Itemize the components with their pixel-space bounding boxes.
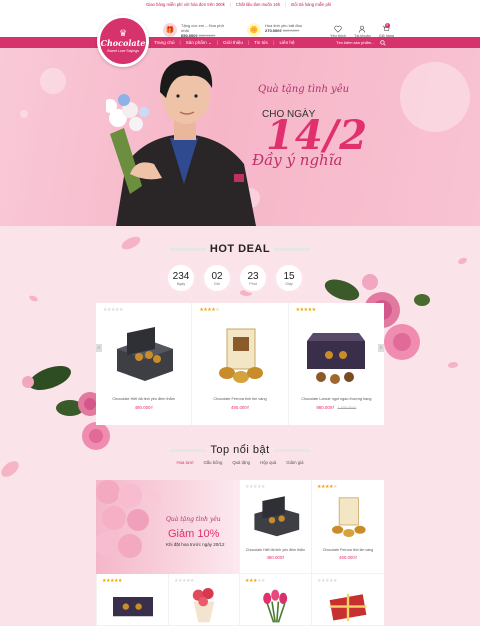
product-card[interactable]: ★★★★★ xyxy=(96,574,168,626)
nav-item-home[interactable]: Trang chủ xyxy=(154,40,175,45)
product-card[interactable]: ★★★★★ Chocolate Ferrora tinh tim vàng 49… xyxy=(192,303,289,425)
tab-discount[interactable]: Giảm giá xyxy=(286,460,303,465)
logo-brand: Chocolate xyxy=(100,38,146,48)
main-nav: Trang chủ | Sản phẩm ⌄ | Giới thiệu | Ti… xyxy=(0,37,480,48)
rating-stars: ★★★★★ xyxy=(245,578,265,584)
heart-icon xyxy=(334,25,342,33)
top-title: Top nổi bật xyxy=(0,444,480,456)
rating-stars: ★★★★★ xyxy=(317,484,337,490)
chevron-right-icon: › xyxy=(380,345,382,351)
category-tabs: Hoa tươi Gấu bông Quà tặng Hộp quà Giảm … xyxy=(0,460,480,465)
product-image xyxy=(253,496,299,537)
banner-script: Quà tặng tình yêu xyxy=(166,516,221,523)
rating-stars: ★★★★★ xyxy=(317,578,337,584)
countdown-timer: 234 Ngày 02 Giờ 23 Phút 15 Giây xyxy=(168,265,302,291)
promo-text: Chất liệu làm muốn 16h xyxy=(235,2,281,7)
product-name[interactable]: Chocolate Hiết đá tinh yêu đêm thắm xyxy=(246,548,305,552)
product-name[interactable]: Chocolate Lancie ngọt ngào thượng hạng xyxy=(301,397,371,401)
banner-discount: Giảm 10% xyxy=(168,528,220,540)
logo-tagline: Sweet Love Sayings xyxy=(107,49,139,53)
product-price: 490.000₫ xyxy=(338,555,358,560)
product-card[interactable]: ★★★★★ xyxy=(168,574,239,626)
tab-giftbox[interactable]: Hộp quà xyxy=(260,460,276,465)
product-price: 490.000₫ xyxy=(134,405,153,410)
product-image xyxy=(116,327,173,381)
top-products-grid: Quà tặng tình yêu Giảm 10% Khi đặt hoa t… xyxy=(96,480,384,626)
tab-gifts[interactable]: Quà tặng xyxy=(232,460,250,465)
rating-stars: ★★★★★ xyxy=(174,578,194,584)
countdown-minutes: 23 Phút xyxy=(240,265,266,291)
carousel-next-button[interactable]: › xyxy=(378,344,384,352)
promo-banner[interactable]: Quà tặng tình yêu Giảm 10% Khi đặt hoa t… xyxy=(96,480,239,574)
tab-flowers[interactable]: Hoa tươi xyxy=(177,460,194,465)
promo-text: Giao hàng miễn phí với hóa đơn trên 300k xyxy=(146,2,225,7)
header-mini-product[interactable]: 🎁 Tặng cúc em – Hoa phở nhật 650.000₫ 85… xyxy=(163,23,225,38)
crown-icon: ♛ xyxy=(118,28,128,38)
header-mini-product[interactable]: 🌼 Hoa tinh yêu bất đầu 270.000₫ 360.000₫ xyxy=(247,23,309,37)
site-header: 🎁 Tặng cúc em – Hoa phở nhật 650.000₫ 85… xyxy=(0,9,480,38)
product-image xyxy=(112,597,153,617)
chevron-left-icon: ‹ xyxy=(98,345,100,351)
product-image xyxy=(218,328,263,383)
rating-stars: ★★★★★ xyxy=(102,578,122,584)
product-card[interactable]: ★★★★★ Chocolate Lancie ngọt ngào thượng … xyxy=(289,303,384,425)
countdown-seconds: 15 Giây xyxy=(276,265,302,291)
hero-script: Quà tặng tình yêu xyxy=(258,84,350,95)
product-card[interactable]: ★★★★★ xyxy=(239,574,311,626)
hotdeal-carousel: ★★★★★ Chocolate Hiết đá tinh yêu đêm thắ… xyxy=(96,303,384,425)
chevron-down-icon: ⌄ xyxy=(207,39,212,45)
countdown-days: 234 Ngày xyxy=(168,265,194,291)
user-icon xyxy=(359,25,366,33)
promo-bar: Giao hàng miễn phí với hóa đơn trên 300k… xyxy=(0,0,480,9)
product-card[interactable]: ★★★★★ Chocolate Hiết đá tinh yêu đêm thắ… xyxy=(96,303,193,425)
product-price: 980.000₫ 1.500.000₫ xyxy=(316,405,357,410)
product-card[interactable]: ★★★★★ Chocolate Ferrora tinh tim vàng 49… xyxy=(311,480,384,574)
nav-item-products[interactable]: Sản phẩm ⌄ xyxy=(186,40,212,46)
product-image xyxy=(262,589,287,623)
nav-item-about[interactable]: Giới thiệu xyxy=(223,40,243,45)
product-price: 490.000₫ xyxy=(230,405,250,410)
rating-stars: ★★★★★ xyxy=(103,307,123,313)
product-image xyxy=(192,588,215,623)
product-name[interactable]: Chocolate Hiết đá tinh yêu đêm thắm xyxy=(112,397,174,401)
mini-product-old-price: 360.000₫ xyxy=(282,28,300,33)
countdown-hours: 02 Giờ xyxy=(204,265,230,291)
hotdeal-title: HOT DEAL xyxy=(0,243,480,255)
hero-text: Quà tặng tình yêu CHO NGÀY 14/2 Đầy ý ng… xyxy=(252,84,378,169)
search-input[interactable]: Tìm kiếm sản phẩm... xyxy=(336,39,386,46)
search-placeholder: Tìm kiếm sản phẩm... xyxy=(336,40,375,45)
product-card[interactable]: ★★★★★ Chocolate Hiết đá tinh yêu đêm thắ… xyxy=(239,480,311,574)
product-image xyxy=(307,333,366,384)
search-icon[interactable] xyxy=(380,39,386,46)
roses-image xyxy=(96,480,161,558)
product-card[interactable]: ★★★★★ xyxy=(311,574,384,626)
carousel-prev-button[interactable]: ‹ xyxy=(96,344,102,352)
product-price: 490.000₫ xyxy=(266,555,285,560)
banner-note: Khi đặt hoa trước ngày 20/12 xyxy=(166,542,225,547)
gift-thumb-icon: 🎁 xyxy=(163,23,177,37)
nav-item-news[interactable]: Tin tức xyxy=(254,40,268,45)
flower-thumb-icon: 🌼 xyxy=(247,23,261,37)
mini-product-price: 270.000₫ xyxy=(265,28,282,33)
mini-product-name: Tặng cúc em – Hoa phở nhật xyxy=(181,23,225,33)
hero-model-image xyxy=(106,60,256,226)
site-logo[interactable]: ♛ Chocolate Sweet Love Sayings xyxy=(97,15,149,67)
cart-badge: 0 xyxy=(384,23,390,28)
product-old-price: 1.500.000₫ xyxy=(337,406,357,410)
product-name[interactable]: Chocolate Ferrora tinh tim vàng xyxy=(323,548,373,552)
promo-text: Đổi trả hàng miễn phí xyxy=(291,2,332,7)
rating-stars: ★★★★★ xyxy=(295,307,316,313)
hero-banner[interactable]: Quà tặng tình yêu CHO NGÀY 14/2 Đầy ý ng… xyxy=(0,48,480,226)
product-name[interactable]: Chocolate Ferrora tinh tim vàng xyxy=(213,397,266,401)
rating-stars: ★★★★★ xyxy=(245,484,265,490)
rating-stars: ★★★★★ xyxy=(199,307,220,313)
tab-teddy[interactable]: Gấu bông xyxy=(203,460,222,465)
nav-item-contact[interactable]: Liên hệ xyxy=(279,40,294,45)
product-image xyxy=(332,497,366,537)
product-image xyxy=(329,593,367,621)
